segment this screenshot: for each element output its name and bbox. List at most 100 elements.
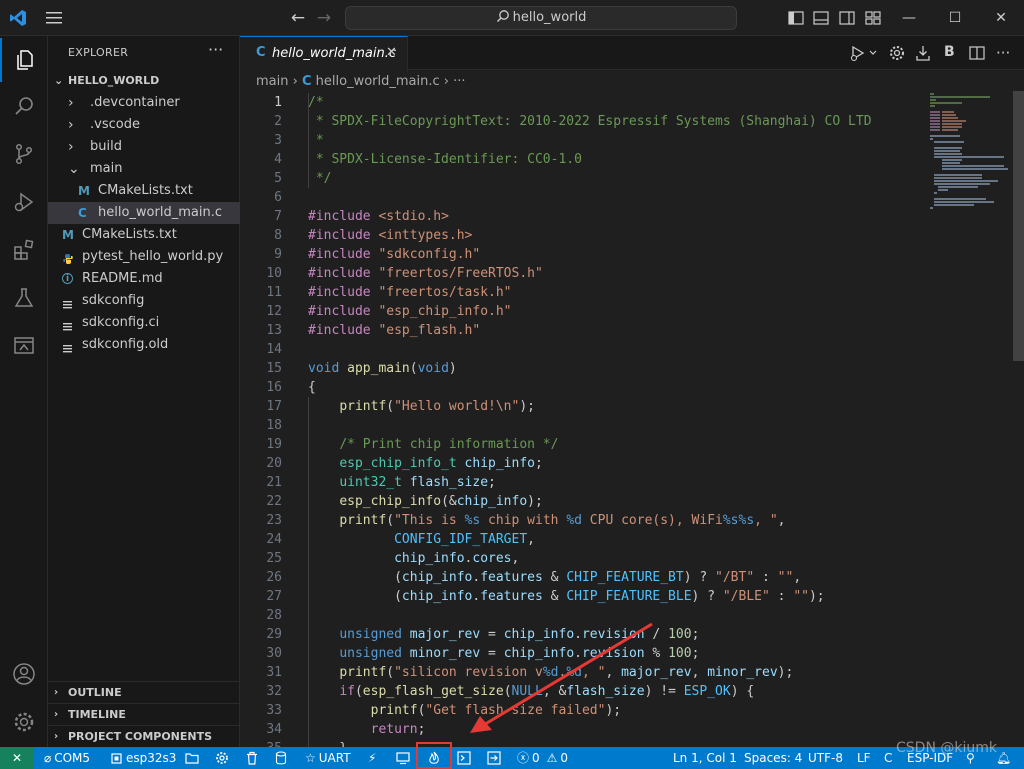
line-number: 33 (266, 703, 282, 718)
command-center-search[interactable]: hello_world (345, 6, 737, 30)
line-number: 16 (266, 380, 282, 395)
toggle-secondary-sidebar-icon[interactable] (838, 9, 856, 27)
explorer-item[interactable]: Chello_world_main.c (48, 202, 240, 224)
target-chip-item[interactable]: esp32s3 (110, 747, 176, 769)
explorer-item[interactable]: › .vscode (48, 114, 240, 136)
build-item[interactable]: ⚡ (368, 747, 376, 769)
code-line[interactable]: uint32_t flash_size; (308, 473, 496, 492)
more-actions-button[interactable]: ··· (208, 40, 223, 59)
database-icon[interactable] (275, 751, 287, 765)
chevron-right-icon: › (68, 95, 74, 111)
explorer-item[interactable]: sdkconfig.ci (48, 312, 240, 334)
explorer-activity[interactable] (0, 38, 48, 82)
explorer-item[interactable]: › build (48, 136, 240, 158)
code-line[interactable]: * SPDX-License-Identifier: CC0-1.0 (308, 150, 582, 169)
bell-icon[interactable]: 🔔︎ (996, 747, 1011, 769)
code-line[interactable]: { (308, 378, 316, 397)
accounts-activity[interactable] (0, 652, 48, 696)
back-arrow-icon[interactable]: ← (288, 8, 308, 28)
code-line[interactable]: esp_chip_info(&chip_info); (308, 492, 543, 511)
code-line[interactable]: printf("This is %s chip with %d CPU core… (308, 511, 785, 530)
outline-section[interactable]: › OUTLINE (48, 681, 240, 703)
line-number: 20 (266, 456, 282, 471)
terminal-icon[interactable] (457, 751, 471, 765)
code-line[interactable]: */ (308, 169, 332, 188)
project-components-section[interactable]: › PROJECT COMPONENTS (48, 725, 240, 747)
code-line[interactable]: printf("Hello world!\n"); (308, 397, 535, 416)
run-debug-activity[interactable] (0, 180, 48, 224)
esp-idf-settings-gear-icon[interactable] (888, 44, 906, 62)
code-line[interactable]: /* Print chip information */ (308, 435, 558, 454)
code-line[interactable]: } (308, 739, 347, 747)
code-line[interactable]: esp_chip_info_t chip_info; (308, 454, 543, 473)
breadcrumb-file[interactable]: hello_world_main.c (316, 74, 440, 89)
more-editor-actions-icon[interactable]: ··· (996, 44, 1010, 62)
code-line[interactable]: #include "freertos/task.h" (308, 283, 512, 302)
source-control-activity[interactable] (0, 132, 48, 176)
explorer-item[interactable]: M CMakeLists.txt (48, 180, 240, 202)
maximize-button[interactable]: ☐ (932, 6, 978, 30)
code-line[interactable]: * (308, 131, 324, 150)
explorer-item[interactable]: ⌄ main (48, 158, 240, 180)
code-line[interactable]: CONFIG_IDF_TARGET, (308, 530, 535, 549)
manage-activity[interactable] (0, 700, 48, 744)
split-editor-icon[interactable] (968, 44, 986, 62)
code-line[interactable]: #include "esp_chip_info.h" (308, 302, 512, 321)
end-of-line[interactable]: LF (857, 747, 871, 769)
code-line[interactable]: (chip_info.features & CHIP_FEATURE_BLE) … (308, 587, 825, 606)
scrollbar-thumb[interactable] (1013, 91, 1024, 361)
exit-arrow-icon[interactable] (487, 751, 501, 765)
editor-scrollbar[interactable] (1010, 91, 1024, 747)
code-line[interactable]: #include "esp_flash.h" (308, 321, 480, 340)
code-line[interactable]: #include <inttypes.h> (308, 226, 472, 245)
explorer-item[interactable]: M CMakeLists.txt (48, 224, 240, 246)
code-line[interactable]: (chip_info.features & CHIP_FEATURE_BT) ?… (308, 568, 801, 587)
editor-tabs: C hello_world_main.c ✕ B ··· (240, 36, 1024, 71)
minimap[interactable] (928, 91, 1008, 211)
remote-explorer-activity[interactable] (0, 324, 48, 368)
trash-icon[interactable] (245, 751, 259, 765)
monitor-icon[interactable] (396, 751, 410, 765)
flash-method-item[interactable]: ☆ UART (305, 747, 351, 769)
explorer-item[interactable]: i README.md (48, 268, 240, 290)
problems-item[interactable]: ⓧ 0 ⚠ 0 (517, 747, 568, 769)
breadcrumb-folder[interactable]: main (256, 74, 288, 89)
customize-layout-icon[interactable] (864, 9, 882, 27)
minimize-button[interactable]: — (886, 6, 932, 30)
code-line[interactable]: #include <stdio.h> (308, 207, 449, 226)
language-mode[interactable]: C (884, 747, 892, 769)
forward-arrow-icon[interactable]: → (314, 8, 334, 28)
close-window-button[interactable]: ✕ (978, 6, 1024, 30)
explorer-item[interactable]: pytest_hello_world.py (48, 246, 240, 268)
encoding[interactable]: UTF-8 (808, 747, 843, 769)
explorer-item[interactable]: › .devcontainer (48, 92, 240, 114)
code-line[interactable]: * SPDX-FileCopyrightText: 2010-2022 Espr… (308, 112, 872, 131)
extensions-activity[interactable] (0, 228, 48, 272)
timeline-section[interactable]: › TIMELINE (48, 703, 240, 725)
toggle-primary-sidebar-icon[interactable] (787, 9, 805, 27)
testing-activity[interactable] (0, 276, 48, 320)
build-b-icon[interactable]: B (944, 44, 955, 62)
explorer-item[interactable]: sdkconfig.old (48, 334, 240, 356)
code-line[interactable]: return; (308, 720, 426, 739)
explorer-root-folder[interactable]: ⌄ HELLO_WORLD (48, 70, 240, 92)
tab-hello-world-main-c[interactable]: C hello_world_main.c ✕ (240, 36, 408, 71)
search-activity[interactable] (0, 84, 48, 128)
serial-port-item[interactable]: ⌀ COM5 (44, 747, 90, 769)
folder-icon[interactable] (185, 752, 199, 764)
settings-gear-icon[interactable] (215, 751, 229, 765)
explorer-item[interactable]: sdkconfig (48, 290, 240, 312)
remote-indicator[interactable]: ✕ (0, 747, 34, 769)
code-line[interactable]: #include "sdkconfig.h" (308, 245, 480, 264)
cursor-position[interactable]: Ln 1, Col 1 (673, 747, 737, 769)
code-line[interactable]: void app_main(void) (308, 359, 457, 378)
close-tab-icon[interactable]: ✕ (386, 45, 397, 60)
run-debug-dropdown-icon[interactable] (850, 44, 880, 62)
indentation[interactable]: Spaces: 4 (744, 747, 802, 769)
toggle-panel-icon[interactable] (812, 9, 830, 27)
code-line[interactable]: #include "freertos/FreeRTOS.h" (308, 264, 543, 283)
download-icon[interactable] (914, 44, 932, 62)
menu-icon[interactable] (44, 9, 64, 27)
code-line[interactable]: chip_info.cores, (308, 549, 519, 568)
code-line[interactable]: /* (308, 93, 324, 112)
